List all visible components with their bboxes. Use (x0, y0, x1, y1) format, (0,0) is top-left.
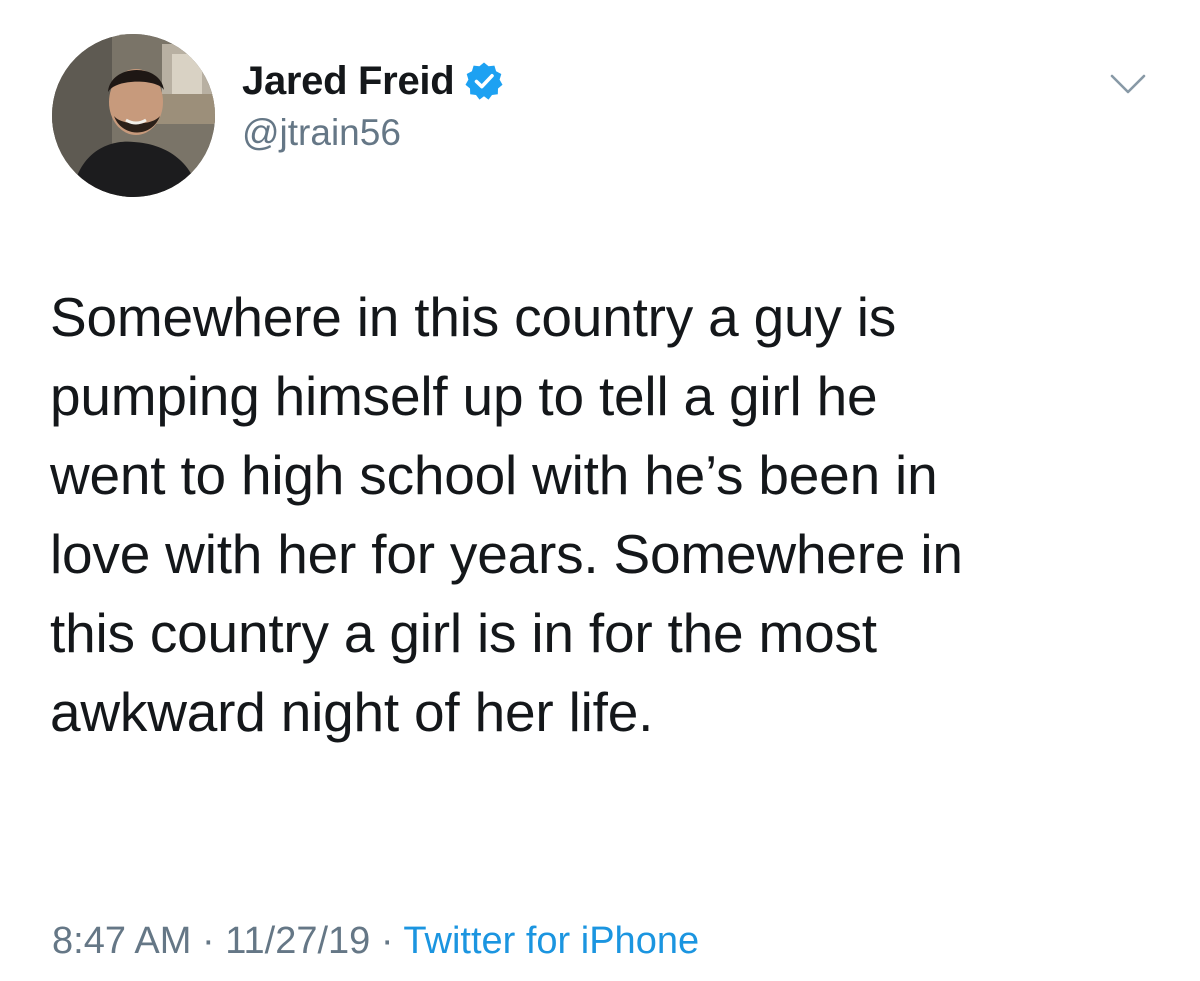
name-row: Jared Freid (242, 56, 504, 106)
user-handle[interactable]: @jtrain56 (242, 112, 504, 154)
meta-separator: · (370, 920, 404, 962)
tweet-meta: 8:47 AM · 11/27/19 · Twitter for iPhone (52, 920, 699, 963)
tweet-text-line: love with her for years. Somewhere in (50, 523, 963, 585)
tweet-time[interactable]: 8:47 AM (52, 920, 191, 962)
display-name[interactable]: Jared Freid (242, 59, 455, 104)
tweet-text-line: this country a girl is in for the most (50, 602, 877, 664)
tweet-text-line: Somewhere in this country a guy is (50, 286, 897, 348)
author-block: Jared Freid @jtrain56 (242, 56, 504, 154)
meta-separator: · (191, 920, 226, 962)
tweet-text-line: pumping himself up to tell a girl he (50, 365, 878, 427)
chevron-down-icon[interactable] (1108, 70, 1148, 98)
tweet-text-line: went to high school with he’s been in (50, 444, 938, 506)
avatar[interactable] (52, 34, 215, 197)
tweet-date[interactable]: 11/27/19 (225, 920, 370, 962)
tweet-text-line: awkward night of her life. (50, 681, 654, 743)
tweet-card: Jared Freid @jtrain56 Somewhere in this … (0, 0, 1200, 981)
avatar-photo (52, 34, 215, 197)
verified-badge-icon (464, 61, 504, 101)
tweet-source-link[interactable]: Twitter for iPhone (403, 920, 699, 962)
tweet-text: Somewhere in this country a guy is pumpi… (50, 278, 1160, 752)
